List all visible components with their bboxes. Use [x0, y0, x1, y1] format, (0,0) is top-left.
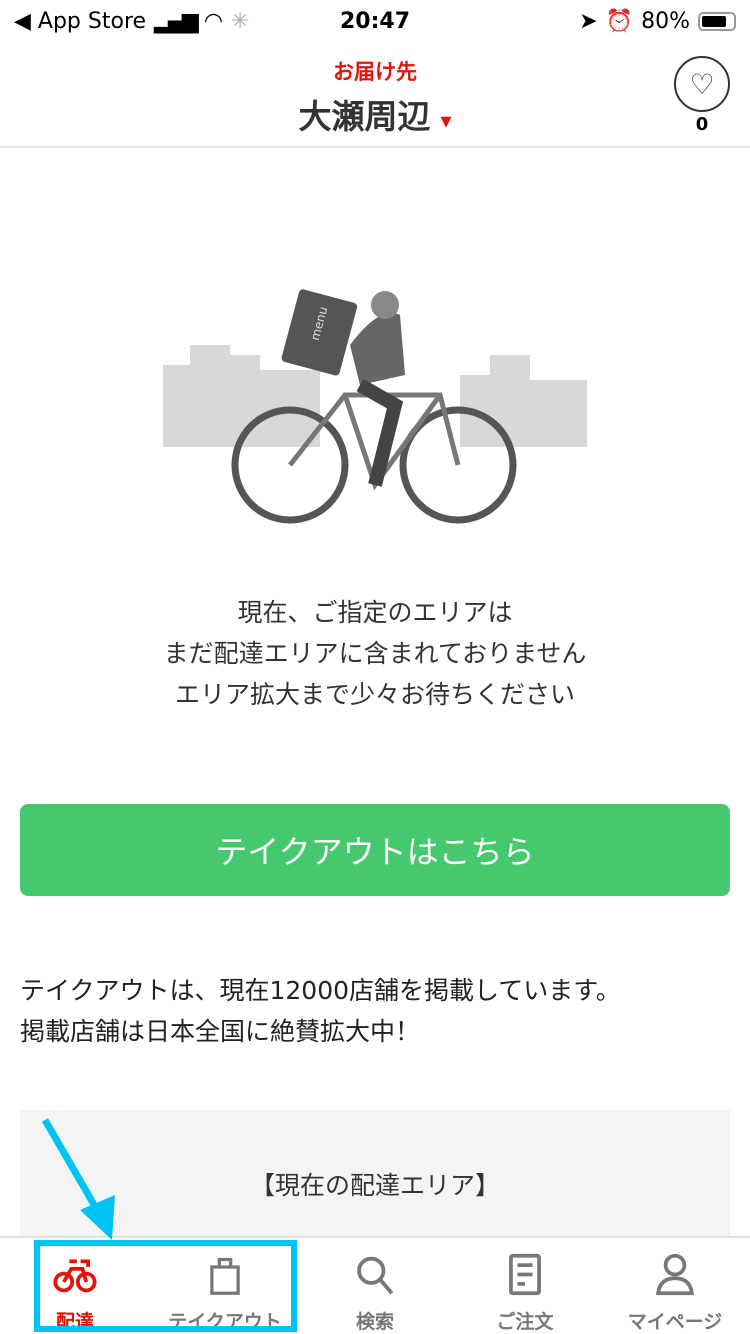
- search-icon: [357, 1256, 394, 1295]
- message-line: 現在、ご指定のエリアは: [237, 598, 513, 627]
- tab-label: 配達: [55, 1311, 94, 1333]
- battery-percent: 80%: [641, 8, 690, 34]
- tab-takeout[interactable]: テイクアウト: [150, 1238, 300, 1334]
- info-line: テイクアウトは、現在12000店舗を掲載しています。: [20, 976, 621, 1005]
- message-line: エリア拡大まで少々お待ちください: [174, 680, 575, 709]
- tab-label: テイクアウト: [168, 1311, 282, 1333]
- tab-label: マイページ: [627, 1311, 723, 1333]
- location-icon: ➤: [579, 8, 598, 34]
- status-bar: ◀ App Store ▂▄▆ ◠ ✳ 20:47 ➤ ⏰ 80%: [0, 0, 750, 42]
- receipt-icon: [509, 1253, 541, 1296]
- favorites-count: 0: [695, 114, 709, 135]
- delivery-area-section: 【現在の配達エリア】: [20, 1110, 730, 1240]
- delivery-label: お届け先: [333, 60, 417, 84]
- tab-search[interactable]: 検索: [300, 1238, 450, 1334]
- wifi-icon: ◠: [203, 8, 224, 34]
- area-name: 大瀬周辺: [298, 97, 431, 136]
- back-app-link[interactable]: App Store: [38, 9, 146, 34]
- unavailable-message: 現在、ご指定のエリアは まだ配達エリアに含まれておりません エリア拡大まで少々お…: [0, 592, 750, 715]
- heart-icon: ♡: [674, 56, 730, 112]
- tab-delivery[interactable]: 配達: [0, 1238, 150, 1334]
- tab-orders[interactable]: ご注文: [450, 1238, 600, 1334]
- header: お届け先 大瀬周辺 ▾ ♡ 0: [0, 42, 750, 148]
- takeout-info: テイクアウトは、現在12000店舗を掲載しています。 掲載店舗は日本全国に絶賛拡…: [20, 970, 621, 1052]
- tab-label: 検索: [355, 1311, 394, 1333]
- takeout-button[interactable]: テイクアウトはこちら: [20, 804, 730, 896]
- alarm-icon: ⏰: [605, 8, 634, 34]
- battery-icon: [698, 11, 736, 31]
- message-line: まだ配達エリアに含まれておりません: [163, 639, 587, 668]
- user-icon: [655, 1253, 695, 1296]
- delivery-illustration: menu: [163, 289, 587, 524]
- bicycle-icon: [53, 1259, 97, 1293]
- area-selector[interactable]: 大瀬周辺 ▾: [0, 90, 750, 138]
- info-line: 掲載店舗は日本全国に絶賛拡大中！: [20, 1017, 421, 1046]
- tab-label: ご注文: [496, 1311, 554, 1333]
- section-title: 【現在の配達エリア】: [249, 1171, 500, 1200]
- tab-bar: 配達 テイクアウト 検索 ご注文 マイページ: [0, 1236, 750, 1334]
- signal-icon: ▂▄▆: [154, 8, 199, 34]
- loading-icon: ✳: [231, 8, 250, 34]
- tab-mypage[interactable]: マイページ: [600, 1238, 750, 1334]
- chevron-down-icon: ▾: [440, 109, 452, 134]
- bag-icon: [210, 1257, 240, 1295]
- favorites-button[interactable]: ♡ 0: [674, 56, 730, 135]
- back-arrow-icon[interactable]: ◀: [14, 9, 31, 34]
